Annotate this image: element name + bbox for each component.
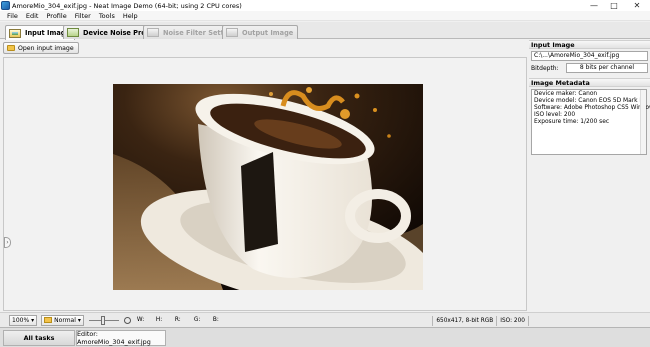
mode-icon: [44, 317, 53, 323]
height-readout: H:: [155, 317, 163, 323]
output-icon: [226, 28, 238, 37]
picture-icon: [9, 28, 21, 38]
view-mode-select[interactable]: Normal ▾: [41, 314, 84, 326]
tab-output-image[interactable]: Output Image: [222, 25, 299, 39]
metadata-line: Device model: Canon EOS 5D Mark II: [534, 98, 643, 104]
zoom-select[interactable]: 100% ▾: [9, 314, 38, 326]
chevron-down-icon: ▾: [31, 316, 35, 324]
menu-bar: File Edit Profile Filter Tools Help: [0, 11, 650, 21]
menu-file[interactable]: File: [3, 11, 22, 21]
menu-filter[interactable]: Filter: [71, 11, 95, 21]
width-readout: W:: [136, 317, 145, 323]
image-viewer[interactable]: ›: [3, 57, 527, 311]
task-bar: All tasks Editor: AmoreMio_304_exif.jpg: [0, 327, 650, 347]
bitdepth-row: Bitdepth: 8 bits per channel: [531, 63, 648, 73]
title-bar: AmoreMio_304_exif.jpg - Neat Image Demo …: [0, 0, 650, 11]
mode-value: Normal: [54, 316, 76, 324]
image-dimensions: 650x417, 8-bit RGB: [436, 317, 494, 324]
open-input-image-label: Open input image: [18, 44, 74, 52]
app-icon: [1, 1, 10, 10]
metadata-line: ISO level: 200: [534, 112, 576, 118]
slider-thumb[interactable]: [100, 315, 105, 325]
coffee-cup-image: [113, 84, 423, 290]
image-info-panel: Input Image C:\...\AmoreMio_304_exif.jpg…: [529, 40, 650, 312]
zoom-value: 100%: [12, 316, 30, 324]
chevron-down-icon: ▾: [77, 316, 81, 324]
metadata-line: Exposure time: 1/200 sec: [534, 119, 610, 125]
close-button[interactable]: ✕: [624, 0, 650, 11]
status-bar: 100% ▾ Normal ▾ W: H: R: G: B: 650x417, …: [0, 312, 650, 327]
divider: [528, 315, 529, 326]
tab-label: Output Image: [242, 28, 294, 37]
image-toolbar: Open input image: [3, 41, 527, 55]
menu-edit[interactable]: Edit: [22, 11, 43, 21]
input-image-header: Input Image: [529, 40, 650, 49]
menu-tools[interactable]: Tools: [95, 11, 119, 21]
editor-task-tab[interactable]: Editor: AmoreMio_304_exif.jpg: [76, 330, 166, 346]
iso-status: ISO: 200: [500, 317, 525, 324]
minimize-button[interactable]: —: [584, 0, 604, 11]
menu-profile[interactable]: Profile: [42, 11, 70, 21]
metadata-line: Device maker: Canon: [534, 91, 598, 97]
bitdepth-label: Bitdepth:: [531, 64, 559, 72]
metadata-scrollbar[interactable]: [640, 90, 646, 154]
all-tasks-button[interactable]: All tasks: [3, 330, 75, 346]
red-readout: R:: [174, 317, 181, 323]
window-title: AmoreMio_304_exif.jpg - Neat Image Demo …: [12, 1, 242, 10]
input-image-preview: [113, 84, 423, 290]
open-input-image-button[interactable]: Open input image: [3, 42, 79, 54]
menu-help[interactable]: Help: [119, 11, 142, 21]
expand-panel-toggle[interactable]: ›: [4, 237, 11, 248]
maximize-button[interactable]: □: [604, 0, 624, 11]
zoom-slider[interactable]: [88, 315, 119, 326]
bitdepth-value: 8 bits per channel: [566, 63, 648, 73]
workflow-tabs: Input Image Device Noise Profile Noise F…: [0, 22, 650, 40]
magnifier-icon[interactable]: [123, 316, 131, 324]
folder-icon: [7, 45, 15, 51]
image-metadata-header: Image Metadata: [529, 78, 650, 87]
profile-icon: [67, 28, 79, 37]
green-readout: G:: [193, 317, 201, 323]
metadata-list[interactable]: Device maker: Canon Device model: Canon …: [531, 89, 650, 155]
image-path-field[interactable]: C:\...\AmoreMio_304_exif.jpg: [531, 51, 648, 61]
metadata-line: Software: Adobe Photoshop CS5 Windows: [534, 105, 650, 111]
blue-readout: B:: [212, 317, 219, 323]
filter-icon: [147, 28, 159, 37]
image-info-status: 650x417, 8-bit RGB ISO: 200: [432, 313, 529, 328]
